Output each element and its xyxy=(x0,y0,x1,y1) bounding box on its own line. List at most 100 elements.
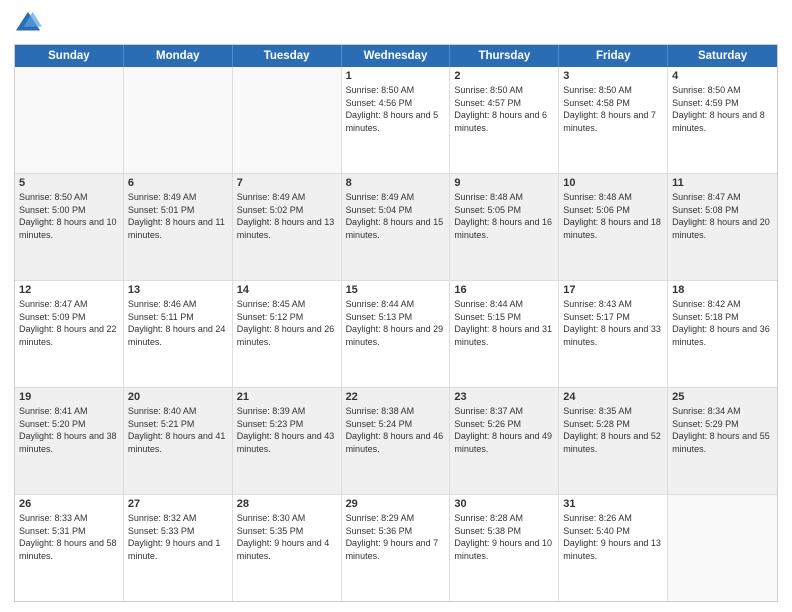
calendar-cell: 5 Sunrise: 8:50 AMSunset: 5:00 PMDayligh… xyxy=(15,174,124,280)
day-detail: Sunrise: 8:30 AMSunset: 5:35 PMDaylight:… xyxy=(237,512,337,562)
calendar-cell: 28 Sunrise: 8:30 AMSunset: 5:35 PMDaylig… xyxy=(233,495,342,601)
day-detail: Sunrise: 8:28 AMSunset: 5:38 PMDaylight:… xyxy=(454,512,554,562)
day-number: 1 xyxy=(346,70,446,82)
calendar-cell: 31 Sunrise: 8:26 AMSunset: 5:40 PMDaylig… xyxy=(559,495,668,601)
calendar-cell xyxy=(15,67,124,173)
calendar-row-2: 12 Sunrise: 8:47 AMSunset: 5:09 PMDaylig… xyxy=(15,281,777,388)
day-detail: Sunrise: 8:26 AMSunset: 5:40 PMDaylight:… xyxy=(563,512,663,562)
day-detail: Sunrise: 8:49 AMSunset: 5:01 PMDaylight:… xyxy=(128,191,228,241)
calendar-cell: 21 Sunrise: 8:39 AMSunset: 5:23 PMDaylig… xyxy=(233,388,342,494)
calendar-cell: 12 Sunrise: 8:47 AMSunset: 5:09 PMDaylig… xyxy=(15,281,124,387)
header xyxy=(14,10,778,38)
day-of-week-tuesday: Tuesday xyxy=(233,45,342,67)
calendar-cell: 2 Sunrise: 8:50 AMSunset: 4:57 PMDayligh… xyxy=(450,67,559,173)
calendar-cell: 22 Sunrise: 8:38 AMSunset: 5:24 PMDaylig… xyxy=(342,388,451,494)
day-number: 30 xyxy=(454,498,554,510)
day-of-week-friday: Friday xyxy=(559,45,668,67)
calendar-cell: 6 Sunrise: 8:49 AMSunset: 5:01 PMDayligh… xyxy=(124,174,233,280)
day-number: 19 xyxy=(19,391,119,403)
calendar-cell: 29 Sunrise: 8:29 AMSunset: 5:36 PMDaylig… xyxy=(342,495,451,601)
calendar-row-1: 5 Sunrise: 8:50 AMSunset: 5:00 PMDayligh… xyxy=(15,174,777,281)
day-detail: Sunrise: 8:44 AMSunset: 5:15 PMDaylight:… xyxy=(454,298,554,348)
day-number: 29 xyxy=(346,498,446,510)
calendar-body: 1 Sunrise: 8:50 AMSunset: 4:56 PMDayligh… xyxy=(15,67,777,601)
day-detail: Sunrise: 8:50 AMSunset: 4:58 PMDaylight:… xyxy=(563,84,663,134)
day-of-week-wednesday: Wednesday xyxy=(342,45,451,67)
calendar-cell: 10 Sunrise: 8:48 AMSunset: 5:06 PMDaylig… xyxy=(559,174,668,280)
calendar-cell: 13 Sunrise: 8:46 AMSunset: 5:11 PMDaylig… xyxy=(124,281,233,387)
calendar-cell: 24 Sunrise: 8:35 AMSunset: 5:28 PMDaylig… xyxy=(559,388,668,494)
day-detail: Sunrise: 8:47 AMSunset: 5:08 PMDaylight:… xyxy=(672,191,773,241)
day-of-week-thursday: Thursday xyxy=(450,45,559,67)
day-number: 8 xyxy=(346,177,446,189)
day-detail: Sunrise: 8:48 AMSunset: 5:05 PMDaylight:… xyxy=(454,191,554,241)
day-number: 4 xyxy=(672,70,773,82)
day-number: 3 xyxy=(563,70,663,82)
page: SundayMondayTuesdayWednesdayThursdayFrid… xyxy=(0,0,792,612)
day-number: 24 xyxy=(563,391,663,403)
day-number: 13 xyxy=(128,284,228,296)
day-detail: Sunrise: 8:46 AMSunset: 5:11 PMDaylight:… xyxy=(128,298,228,348)
calendar-row-3: 19 Sunrise: 8:41 AMSunset: 5:20 PMDaylig… xyxy=(15,388,777,495)
day-detail: Sunrise: 8:42 AMSunset: 5:18 PMDaylight:… xyxy=(672,298,773,348)
day-detail: Sunrise: 8:29 AMSunset: 5:36 PMDaylight:… xyxy=(346,512,446,562)
calendar-cell: 25 Sunrise: 8:34 AMSunset: 5:29 PMDaylig… xyxy=(668,388,777,494)
calendar-cell: 16 Sunrise: 8:44 AMSunset: 5:15 PMDaylig… xyxy=(450,281,559,387)
day-detail: Sunrise: 8:48 AMSunset: 5:06 PMDaylight:… xyxy=(563,191,663,241)
calendar-cell: 23 Sunrise: 8:37 AMSunset: 5:26 PMDaylig… xyxy=(450,388,559,494)
day-number: 6 xyxy=(128,177,228,189)
day-detail: Sunrise: 8:34 AMSunset: 5:29 PMDaylight:… xyxy=(672,405,773,455)
day-number: 18 xyxy=(672,284,773,296)
logo xyxy=(14,10,46,38)
calendar-cell: 18 Sunrise: 8:42 AMSunset: 5:18 PMDaylig… xyxy=(668,281,777,387)
calendar: SundayMondayTuesdayWednesdayThursdayFrid… xyxy=(14,44,778,602)
day-number: 20 xyxy=(128,391,228,403)
day-number: 9 xyxy=(454,177,554,189)
calendar-cell: 11 Sunrise: 8:47 AMSunset: 5:08 PMDaylig… xyxy=(668,174,777,280)
calendar-cell xyxy=(124,67,233,173)
calendar-cell: 3 Sunrise: 8:50 AMSunset: 4:58 PMDayligh… xyxy=(559,67,668,173)
day-number: 26 xyxy=(19,498,119,510)
day-number: 31 xyxy=(563,498,663,510)
calendar-cell xyxy=(668,495,777,601)
day-of-week-monday: Monday xyxy=(124,45,233,67)
day-detail: Sunrise: 8:44 AMSunset: 5:13 PMDaylight:… xyxy=(346,298,446,348)
day-number: 5 xyxy=(19,177,119,189)
day-number: 16 xyxy=(454,284,554,296)
day-number: 15 xyxy=(346,284,446,296)
day-number: 25 xyxy=(672,391,773,403)
day-detail: Sunrise: 8:35 AMSunset: 5:28 PMDaylight:… xyxy=(563,405,663,455)
calendar-cell: 4 Sunrise: 8:50 AMSunset: 4:59 PMDayligh… xyxy=(668,67,777,173)
calendar-cell: 30 Sunrise: 8:28 AMSunset: 5:38 PMDaylig… xyxy=(450,495,559,601)
day-detail: Sunrise: 8:32 AMSunset: 5:33 PMDaylight:… xyxy=(128,512,228,562)
day-detail: Sunrise: 8:49 AMSunset: 5:02 PMDaylight:… xyxy=(237,191,337,241)
day-of-week-saturday: Saturday xyxy=(668,45,777,67)
day-number: 28 xyxy=(237,498,337,510)
day-number: 2 xyxy=(454,70,554,82)
day-number: 14 xyxy=(237,284,337,296)
logo-icon xyxy=(14,10,42,38)
day-detail: Sunrise: 8:40 AMSunset: 5:21 PMDaylight:… xyxy=(128,405,228,455)
day-detail: Sunrise: 8:33 AMSunset: 5:31 PMDaylight:… xyxy=(19,512,119,562)
calendar-cell: 14 Sunrise: 8:45 AMSunset: 5:12 PMDaylig… xyxy=(233,281,342,387)
calendar-header: SundayMondayTuesdayWednesdayThursdayFrid… xyxy=(15,45,777,67)
calendar-cell: 20 Sunrise: 8:40 AMSunset: 5:21 PMDaylig… xyxy=(124,388,233,494)
day-number: 11 xyxy=(672,177,773,189)
day-number: 10 xyxy=(563,177,663,189)
day-detail: Sunrise: 8:41 AMSunset: 5:20 PMDaylight:… xyxy=(19,405,119,455)
calendar-cell: 19 Sunrise: 8:41 AMSunset: 5:20 PMDaylig… xyxy=(15,388,124,494)
calendar-cell: 15 Sunrise: 8:44 AMSunset: 5:13 PMDaylig… xyxy=(342,281,451,387)
calendar-cell: 27 Sunrise: 8:32 AMSunset: 5:33 PMDaylig… xyxy=(124,495,233,601)
day-detail: Sunrise: 8:50 AMSunset: 4:59 PMDaylight:… xyxy=(672,84,773,134)
day-detail: Sunrise: 8:43 AMSunset: 5:17 PMDaylight:… xyxy=(563,298,663,348)
day-detail: Sunrise: 8:45 AMSunset: 5:12 PMDaylight:… xyxy=(237,298,337,348)
calendar-cell: 17 Sunrise: 8:43 AMSunset: 5:17 PMDaylig… xyxy=(559,281,668,387)
day-of-week-sunday: Sunday xyxy=(15,45,124,67)
day-detail: Sunrise: 8:50 AMSunset: 5:00 PMDaylight:… xyxy=(19,191,119,241)
calendar-row-0: 1 Sunrise: 8:50 AMSunset: 4:56 PMDayligh… xyxy=(15,67,777,174)
calendar-cell: 1 Sunrise: 8:50 AMSunset: 4:56 PMDayligh… xyxy=(342,67,451,173)
calendar-cell: 7 Sunrise: 8:49 AMSunset: 5:02 PMDayligh… xyxy=(233,174,342,280)
day-number: 21 xyxy=(237,391,337,403)
day-detail: Sunrise: 8:47 AMSunset: 5:09 PMDaylight:… xyxy=(19,298,119,348)
calendar-cell xyxy=(233,67,342,173)
